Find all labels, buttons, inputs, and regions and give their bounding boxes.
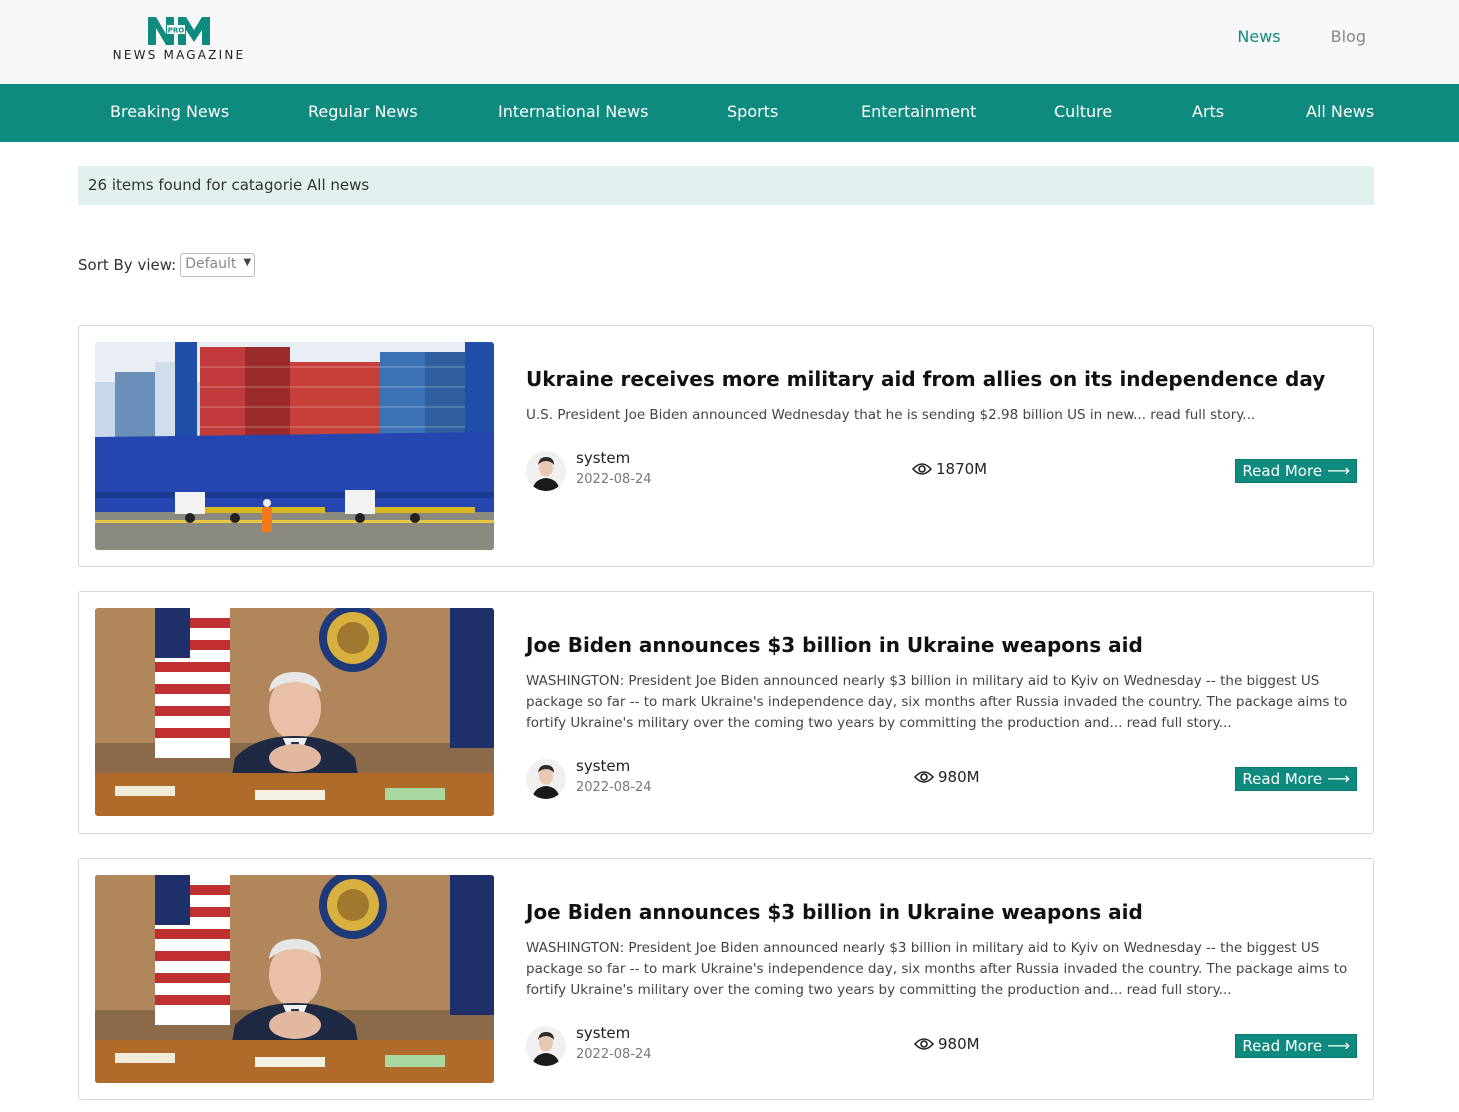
chevron-down-icon: ▼ <box>243 257 252 268</box>
publish-date: 2022-08-24 <box>576 472 652 487</box>
arrow-right-icon: ⟶ <box>1327 769 1350 788</box>
sort-label: Sort By view: <box>78 256 177 274</box>
view-count: 980M <box>914 768 980 786</box>
article-card: Joe Biden announces $3 billion in Ukrain… <box>78 858 1374 1100</box>
avatar <box>526 451 566 491</box>
read-more-button[interactable]: Read More ⟶ <box>1235 1034 1357 1058</box>
category-breaking-news[interactable]: Breaking News <box>110 102 229 121</box>
category-regular-news[interactable]: Regular News <box>308 102 418 121</box>
category-international-news[interactable]: International News <box>498 102 648 121</box>
view-count-value: 980M <box>938 768 980 786</box>
category-all-news[interactable]: All News <box>1306 102 1374 121</box>
category-arts[interactable]: Arts <box>1192 102 1224 121</box>
view-count-value: 1870M <box>936 460 988 478</box>
article-image-president[interactable] <box>95 875 494 1083</box>
article-title[interactable]: Joe Biden announces $3 billion in Ukrain… <box>526 633 1357 657</box>
article-excerpt: WASHINGTON: President Joe Biden announce… <box>526 940 1348 998</box>
avatar <box>526 1026 566 1066</box>
article-card: Ukraine receives more military aid from … <box>78 325 1374 567</box>
article-body: Joe Biden announces $3 billion in Ukrain… <box>526 633 1357 734</box>
article-excerpt: U.S. President Joe Biden announced Wedne… <box>526 407 1256 423</box>
arrow-right-icon: ⟶ <box>1327 461 1350 480</box>
logo-text: NEWS MAGAZINE <box>112 48 246 62</box>
sort-select[interactable]: Default ▼ <box>180 253 256 277</box>
eye-icon <box>912 463 932 475</box>
svg-text:PRO: PRO <box>168 27 185 35</box>
publish-date: 2022-08-24 <box>576 1047 652 1062</box>
view-count: 980M <box>914 1035 980 1053</box>
category-entertainment[interactable]: Entertainment <box>861 102 976 121</box>
read-more-button[interactable]: Read More ⟶ <box>1235 459 1357 483</box>
logo-mark: PRO <box>148 17 210 45</box>
top-nav: News Blog <box>1187 27 1366 46</box>
category-nav: Breaking News Regular News International… <box>0 84 1459 142</box>
article-body: Ukraine receives more military aid from … <box>526 367 1357 426</box>
read-more-button[interactable]: Read More ⟶ <box>1235 767 1357 791</box>
nav-link-blog[interactable]: Blog <box>1331 27 1366 46</box>
category-sports[interactable]: Sports <box>727 102 778 121</box>
read-more-label: Read More <box>1242 770 1323 788</box>
article-card: Joe Biden announces $3 billion in Ukrain… <box>78 591 1374 834</box>
results-info: 26 items found for catagorie All news <box>78 166 1374 205</box>
article-image-containers[interactable] <box>95 342 494 550</box>
sort-control: Sort By view: Default ▼ <box>78 253 256 277</box>
article-excerpt: WASHINGTON: President Joe Biden announce… <box>526 673 1348 731</box>
top-header: PRO NEWS MAGAZINE News Blog <box>0 0 1459 84</box>
article-body: Joe Biden announces $3 billion in Ukrain… <box>526 900 1357 1001</box>
author-name: system <box>576 757 631 775</box>
category-culture[interactable]: Culture <box>1054 102 1112 121</box>
article-title[interactable]: Ukraine receives more military aid from … <box>526 367 1357 391</box>
read-more-label: Read More <box>1242 462 1323 480</box>
arrow-right-icon: ⟶ <box>1327 1036 1350 1055</box>
article-title[interactable]: Joe Biden announces $3 billion in Ukrain… <box>526 900 1357 924</box>
avatar <box>526 759 566 799</box>
view-count-value: 980M <box>938 1035 980 1053</box>
article-meta: system 2022-08-24 980M Read More ⟶ <box>526 757 1357 799</box>
author-name: system <box>576 449 631 467</box>
view-count: 1870M <box>912 460 987 478</box>
sort-selected-value: Default <box>185 256 237 272</box>
site-logo[interactable]: PRO NEWS MAGAZINE <box>106 14 252 66</box>
article-image-president[interactable] <box>95 608 494 816</box>
author-name: system <box>576 1024 631 1042</box>
read-more-label: Read More <box>1242 1037 1323 1055</box>
eye-icon <box>914 771 934 783</box>
eye-icon <box>914 1038 934 1050</box>
nav-link-news[interactable]: News <box>1237 27 1280 46</box>
publish-date: 2022-08-24 <box>576 780 652 795</box>
article-meta: system 2022-08-24 980M Read More ⟶ <box>526 1024 1357 1066</box>
article-meta: system 2022-08-24 1870M Read More ⟶ <box>526 449 1357 491</box>
